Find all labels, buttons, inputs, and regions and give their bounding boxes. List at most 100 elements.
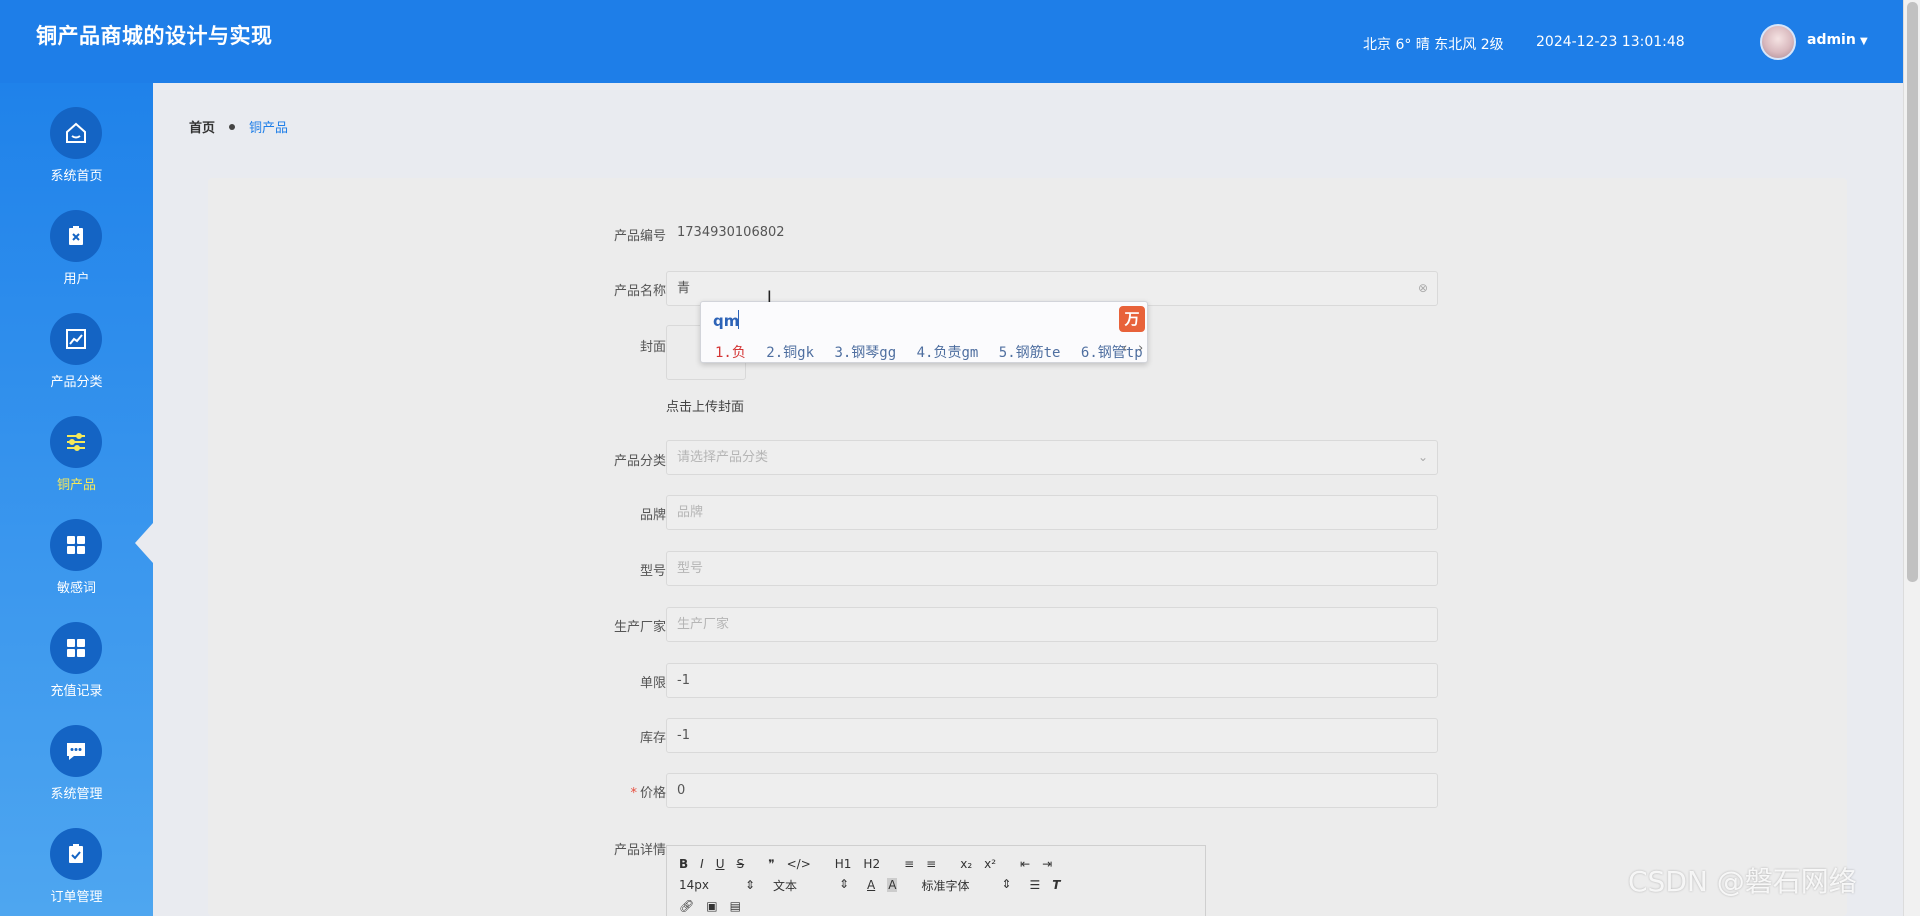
select-arrows-icon: ⇕	[838, 876, 849, 891]
sidebar-item-orders[interactable]: 订单管理	[0, 828, 153, 916]
model-label: 型号	[639, 564, 666, 579]
ime-candidate[interactable]: 1.负	[715, 345, 746, 361]
editor-toolbar: B I U S ❞ </> H1 H2 ≡ ≡ x₂ x² ⇤ ⇥	[679, 854, 1064, 874]
clear-icon[interactable]: ⊗	[1418, 272, 1428, 305]
sidebar-item-category[interactable]: 产品分类	[0, 313, 153, 403]
model-placeholder: 型号	[677, 561, 704, 576]
avatar[interactable]	[1760, 24, 1796, 60]
product-name-label: 产品名称	[613, 284, 666, 299]
manufacturer-placeholder: 生产厂家	[677, 617, 730, 632]
bold-button[interactable]: B	[679, 857, 688, 871]
rich-text-editor[interactable]: B I U S ❞ </> H1 H2 ≡ ≡ x₂ x² ⇤ ⇥ 14px ⇕ …	[666, 845, 1206, 916]
brand-placeholder: 品牌	[677, 505, 704, 520]
chat-icon	[50, 725, 102, 777]
active-indicator	[135, 523, 153, 563]
ordered-list-button[interactable]: ≡	[904, 857, 914, 871]
editor-toolbar-row2: 14px ⇕ 文本 ⇕ A A 标准字体 ⇕ ☰ T	[679, 875, 1072, 895]
sidebar: 系统首页 用户 产品分类 铜产品 敏感词 充值记录 系统管理 订单管理	[0, 83, 153, 916]
sidebar-item-system[interactable]: 系统管理	[0, 725, 153, 815]
outdent-button[interactable]: ⇤	[1020, 857, 1030, 871]
superscript-button[interactable]: x²	[984, 857, 996, 871]
product-no-value: 1734930106802	[677, 225, 785, 240]
select-arrows-icon: ⇕	[744, 878, 755, 892]
category-select[interactable]: 请选择产品分类 ⌄	[666, 440, 1438, 475]
editor-toolbar-row3: 🔗︎ ▣ ▤	[679, 896, 753, 916]
breadcrumb-separator	[229, 123, 236, 130]
clipboard-check-icon	[50, 828, 102, 880]
breadcrumb: 首页 铜产品	[189, 117, 288, 136]
manufacturer-label: 生产厂家	[613, 620, 666, 635]
select-arrows-icon: ⇕	[1001, 876, 1012, 891]
font-family-value: 标准字体	[921, 878, 970, 893]
font-size-select[interactable]: 14px ⇕	[679, 878, 755, 892]
blockquote-button[interactable]: ❞	[768, 857, 774, 871]
ime-caret	[738, 310, 739, 329]
stock-input[interactable]: -1	[666, 718, 1438, 753]
sidebar-item-users[interactable]: 用户	[0, 210, 153, 300]
sidebar-item-label: 订单管理	[50, 890, 103, 905]
underline-button[interactable]: U	[716, 857, 725, 871]
italic-button[interactable]: I	[700, 857, 704, 871]
indent-button[interactable]: ⇥	[1042, 857, 1052, 871]
brand-label: 品牌	[639, 508, 666, 523]
watermark: CSDN @磐石网络	[1628, 865, 1857, 898]
line-chart-icon	[50, 313, 102, 365]
sidebar-item-copper-products[interactable]: 铜产品	[0, 416, 153, 506]
detail-label: 产品详情	[613, 843, 666, 858]
cover-upload-hint[interactable]: 点击上传封面	[666, 396, 744, 415]
align-icon[interactable]: ☰	[1029, 878, 1040, 892]
ime-candidate[interactable]: 4.负责gm	[917, 345, 979, 361]
manufacturer-input[interactable]: 生产厂家	[666, 607, 1438, 642]
bullet-list-button[interactable]: ≡	[926, 857, 936, 871]
sidebar-item-label: 敏感词	[56, 581, 96, 596]
font-color-icon[interactable]: A	[867, 878, 875, 892]
price-label: * 价格	[506, 782, 666, 801]
caret-down-icon[interactable]: ▼	[1860, 36, 1868, 47]
background-color-icon[interactable]: A	[887, 878, 898, 892]
brand-input[interactable]: 品牌	[666, 495, 1438, 530]
clear-format-icon[interactable]: T	[1052, 878, 1060, 892]
ime-page-arrows[interactable]: ‹ ›	[1121, 341, 1144, 356]
sidebar-item-sensitive-words[interactable]: 敏感词	[0, 519, 153, 609]
sidebar-item-label: 系统首页	[50, 169, 103, 184]
video-icon[interactable]: ▤	[730, 899, 741, 913]
ime-logo[interactable]: 万	[1119, 306, 1145, 332]
chevron-down-icon[interactable]: ⌄	[1418, 441, 1428, 474]
scrollbar-thumb[interactable]	[1907, 2, 1918, 582]
stock-label: 库存	[639, 731, 666, 746]
sidebar-item-home[interactable]: 系统首页	[0, 107, 153, 197]
font-family-select[interactable]: 标准字体 ⇕	[921, 877, 1011, 894]
image-icon[interactable]: ▣	[706, 899, 717, 913]
required-mark: *	[630, 786, 637, 801]
sidebar-item-label: 用户	[63, 272, 90, 287]
price-input[interactable]: 0	[666, 773, 1438, 808]
breadcrumb-current: 铜产品	[249, 121, 289, 136]
link-icon[interactable]: 🔗︎	[679, 899, 694, 913]
grid-icon	[50, 622, 102, 674]
ime-candidate[interactable]: 3.钢琴gg	[834, 345, 896, 361]
paragraph-select[interactable]: 文本 ⇕	[773, 877, 849, 894]
ime-candidate-popup: qm 万 1.负 2.铜gk 3.钢琴gg 4.负责gm 5.钢筋te 6.钢管…	[700, 301, 1148, 363]
price-value: 0	[677, 783, 686, 798]
user-name[interactable]: admin	[1807, 32, 1856, 48]
sidebar-item-recharge[interactable]: 充值记录	[0, 622, 153, 712]
limit-value: -1	[677, 673, 690, 688]
page-scrollbar[interactable]	[1903, 0, 1920, 916]
ime-candidate[interactable]: 2.铜gk	[766, 345, 814, 361]
strike-button[interactable]: S	[737, 857, 745, 871]
h1-button[interactable]: H1	[835, 857, 852, 871]
model-input[interactable]: 型号	[666, 551, 1438, 586]
subscript-button[interactable]: x₂	[960, 857, 972, 871]
app-title: 铜产品商城的设计与实现	[36, 24, 273, 48]
code-button[interactable]: </>	[787, 857, 811, 871]
ime-candidate[interactable]: 5.钢筋te	[999, 345, 1061, 361]
h2-button[interactable]: H2	[863, 857, 880, 871]
text-cursor-icon: I	[767, 287, 772, 306]
breadcrumb-home[interactable]: 首页	[189, 117, 215, 136]
sidebar-item-label: 系统管理	[50, 787, 103, 802]
weather-info: 北京 6° 晴 东北风 2级	[1363, 37, 1504, 53]
category-label: 产品分类	[613, 454, 666, 469]
ime-candidates: 1.负 2.铜gk 3.钢琴gg 4.负责gm 5.钢筋te 6.钢管tp	[715, 342, 1155, 362]
home-icon	[50, 107, 102, 159]
limit-input[interactable]: -1	[666, 663, 1438, 698]
